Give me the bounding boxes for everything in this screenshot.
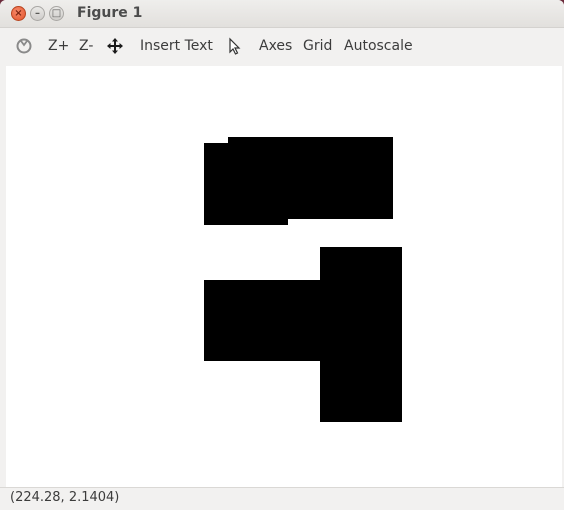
insert-text-button[interactable]: Insert Text <box>140 38 213 54</box>
black-rectangle-top-right <box>228 137 393 219</box>
black-rectangle-bottom-right <box>320 247 402 422</box>
black-rectangle-bottom-left <box>204 280 328 361</box>
grid-button[interactable]: Grid <box>303 38 332 54</box>
status-bar: (224.28, 2.1404) <box>0 487 564 510</box>
close-window-button[interactable]: × <box>11 6 26 21</box>
reset-zoom-icon[interactable] <box>15 37 33 55</box>
plot-canvas[interactable] <box>6 66 562 487</box>
axes-button[interactable]: Axes <box>259 38 292 54</box>
minimize-window-button[interactable]: – <box>30 6 45 21</box>
move-arrows-icon[interactable] <box>106 37 124 55</box>
zoom-in-button[interactable]: Z+ <box>48 38 69 54</box>
autoscale-button[interactable]: Autoscale <box>344 38 413 54</box>
pointer-arrow-icon[interactable] <box>226 37 244 55</box>
cursor-coordinates: (224.28, 2.1404) <box>10 490 120 505</box>
maximize-window-button[interactable]: □ <box>49 6 64 21</box>
zoom-out-button[interactable]: Z- <box>79 38 93 54</box>
window-title: Figure 1 <box>77 5 143 21</box>
figure-toolbar: Z+ Z- Insert Text Axes Grid Autoscale <box>0 28 564 66</box>
figure-window: × – □ Figure 1 Z+ Z- Insert Text Axes Gr… <box>0 0 564 510</box>
title-bar[interactable]: × – □ Figure 1 <box>0 0 564 28</box>
